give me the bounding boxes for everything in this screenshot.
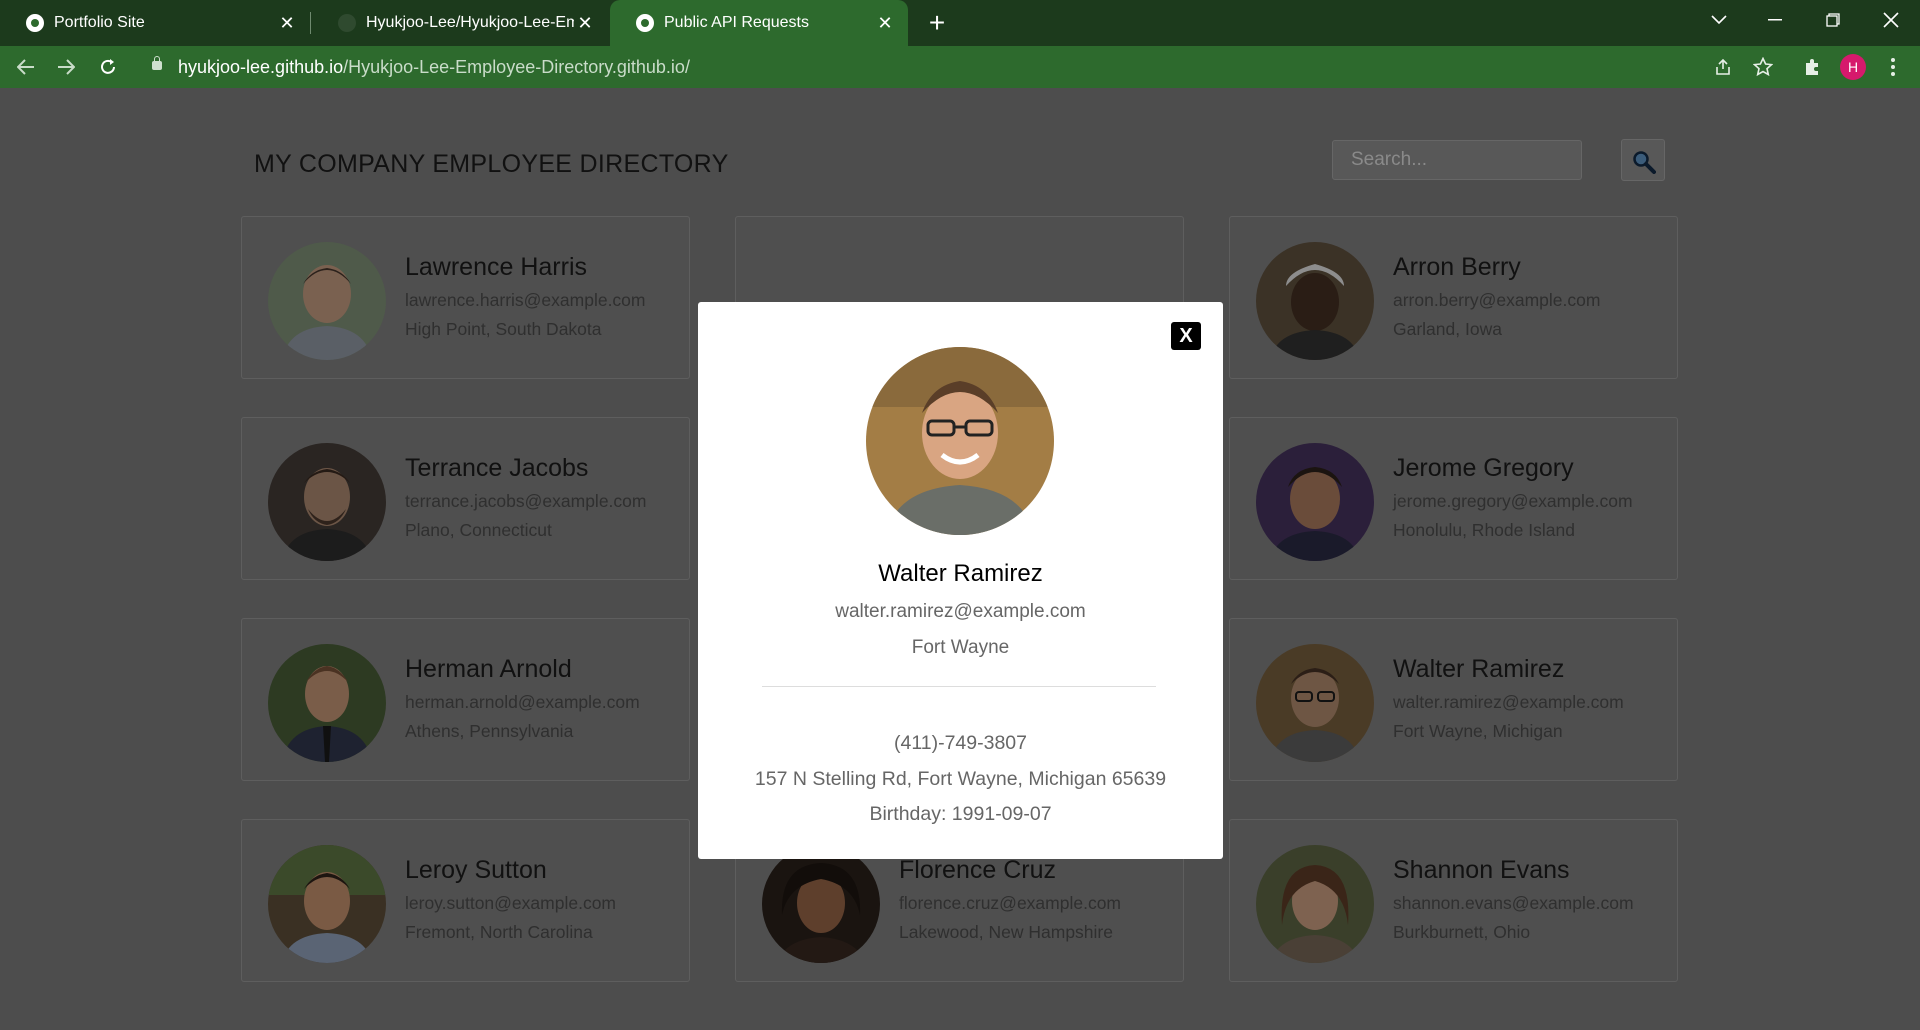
modal-employee-email: walter.ramirez@example.com — [835, 601, 1086, 622]
employee-card[interactable]: Walter Ramirez walter.ramirez@example.co… — [1229, 618, 1678, 781]
github-icon — [338, 14, 356, 32]
tab-title: Portfolio Site — [54, 14, 145, 31]
employee-name: Lawrence Harris — [405, 253, 588, 281]
address-bar[interactable]: hyukjoo-lee.github.io/Hyukjoo-Lee-Employ… — [140, 50, 1680, 84]
url-text: hyukjoo-lee.github.io/Hyukjoo-Lee-Employ… — [178, 57, 690, 77]
employee-photo — [1256, 242, 1374, 360]
tab-title: Hyukjoo-Lee/Hyukjoo-Lee-Emplo — [366, 14, 574, 31]
employee-location: Lakewood, New Hampshire — [899, 922, 1113, 942]
employee-email: leroy.sutton@example.com — [405, 893, 616, 913]
close-tab-icon[interactable]: ✕ — [874, 13, 896, 34]
modal-employee-address: 157 N Stelling Rd, Fort Wayne, Michigan … — [754, 768, 1167, 790]
new-tab-button[interactable]: + — [920, 6, 954, 40]
employee-card[interactable]: Terrance Jacobs terrance.jacobs@example.… — [241, 417, 690, 580]
employee-email: arron.berry@example.com — [1393, 290, 1601, 310]
tab-separator — [310, 12, 311, 34]
employee-photo — [762, 845, 880, 963]
profile-avatar[interactable]: H — [1840, 54, 1866, 80]
modal-employee-city: Fort Wayne — [911, 637, 1010, 658]
employee-card[interactable]: Arron Berry arron.berry@example.com Garl… — [1229, 216, 1678, 379]
employee-photo — [1256, 443, 1374, 561]
employee-photo — [1256, 845, 1374, 963]
tab-public-api-requests[interactable]: Public API Requests ✕ — [610, 0, 908, 46]
employee-location: High Point, South Dakota — [405, 319, 602, 339]
employee-email: shannon.evans@example.com — [1393, 893, 1634, 913]
search-input[interactable] — [1332, 140, 1582, 180]
employee-name: Shannon Evans — [1393, 856, 1570, 884]
employee-location: Fort Wayne, Michigan — [1393, 721, 1563, 741]
close-window-icon[interactable] — [1868, 0, 1914, 40]
bookmark-star-icon[interactable] — [1750, 54, 1776, 80]
employee-location: Garland, Iowa — [1393, 319, 1502, 339]
extensions-puzzle-icon[interactable] — [1799, 54, 1825, 80]
modal-close-button[interactable]: X — [1171, 322, 1201, 350]
globe-icon — [26, 14, 44, 32]
employee-email: walter.ramirez@example.com — [1393, 692, 1624, 712]
employee-card[interactable]: Leroy Sutton leroy.sutton@example.com Fr… — [241, 819, 690, 982]
employee-name: Jerome Gregory — [1393, 454, 1574, 482]
employee-email: florence.cruz@example.com — [899, 893, 1122, 913]
browser-toolbar: hyukjoo-lee.github.io/Hyukjoo-Lee-Employ… — [0, 46, 1920, 88]
employee-location: Plano, Connecticut — [405, 520, 552, 540]
close-tab-icon[interactable]: ✕ — [276, 13, 298, 34]
employee-card[interactable]: Herman Arnold herman.arnold@example.com … — [241, 618, 690, 781]
minimize-icon[interactable] — [1752, 0, 1798, 40]
employee-email: herman.arnold@example.com — [405, 692, 640, 712]
employee-card[interactable]: Lawrence Harris lawrence.harris@example.… — [241, 216, 690, 379]
restore-icon[interactable] — [1810, 0, 1856, 40]
modal-divider — [762, 686, 1156, 687]
share-icon[interactable] — [1710, 54, 1736, 80]
employee-email: lawrence.harris@example.com — [405, 290, 646, 310]
employee-name: Arron Berry — [1393, 253, 1521, 281]
reload-icon[interactable] — [90, 46, 126, 88]
forward-arrow-icon[interactable] — [48, 46, 84, 88]
tab-title: Public API Requests — [664, 14, 809, 31]
browser-tab-strip: Portfolio Site ✕ Hyukjoo-Lee/Hyukjoo-Lee… — [0, 0, 1920, 46]
employee-photo — [268, 845, 386, 963]
search-button[interactable] — [1621, 139, 1665, 181]
tab-portfolio-site[interactable]: Portfolio Site ✕ — [0, 0, 310, 46]
page-body: MY COMPANY EMPLOYEE DIRECTORY Lawrence H… — [0, 88, 1920, 1030]
employee-location: Honolulu, Rhode Island — [1393, 520, 1575, 540]
employee-photo — [268, 242, 386, 360]
employee-location: Burkburnett, Ohio — [1393, 922, 1531, 942]
kebab-menu-icon[interactable] — [1880, 54, 1906, 80]
employee-location: Athens, Pennsylvania — [405, 721, 574, 741]
employee-card[interactable]: Jerome Gregory jerome.gregory@example.co… — [1229, 417, 1678, 580]
modal-employee-phone: (411)-749-3807 — [894, 732, 1027, 754]
employee-email: terrance.jacobs@example.com — [405, 491, 647, 511]
back-arrow-icon[interactable] — [8, 46, 44, 88]
employee-card[interactable]: Shannon Evans shannon.evans@example.com … — [1229, 819, 1678, 982]
employee-photo — [268, 644, 386, 762]
lock-icon — [152, 56, 162, 70]
globe-icon — [636, 14, 654, 32]
employee-name: Terrance Jacobs — [405, 454, 589, 482]
employee-photo — [1256, 644, 1374, 762]
employee-name: Florence Cruz — [899, 856, 1056, 884]
modal-employee-photo — [866, 347, 1054, 535]
employee-email: jerome.gregory@example.com — [1393, 491, 1633, 511]
tab-github-repo[interactable]: Hyukjoo-Lee/Hyukjoo-Lee-Emplo ✕ — [312, 0, 608, 46]
employee-location: Fremont, North Carolina — [405, 922, 593, 942]
modal-employee-birthday: Birthday: 1991-09-07 — [869, 803, 1052, 825]
tab-search-chevron-icon[interactable] — [1696, 0, 1742, 40]
employee-name: Leroy Sutton — [405, 856, 547, 884]
modal-employee-name: Walter Ramirez — [878, 560, 1043, 587]
search-icon — [1633, 151, 1656, 174]
page-title: MY COMPANY EMPLOYEE DIRECTORY — [254, 150, 729, 178]
close-tab-icon[interactable]: ✕ — [574, 13, 596, 34]
employee-photo — [268, 443, 386, 561]
employee-name: Walter Ramirez — [1393, 655, 1565, 683]
employee-name: Herman Arnold — [405, 655, 572, 683]
employee-detail-modal: X Walter Ramirez walter.ramirez@example.… — [698, 302, 1223, 859]
